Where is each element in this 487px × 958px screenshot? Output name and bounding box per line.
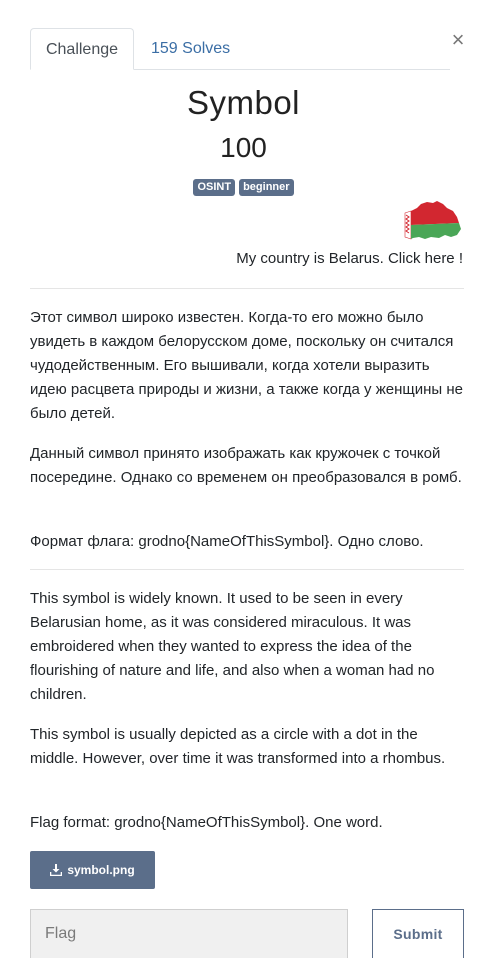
belarus-link[interactable]: My country is Belarus. Click here ! — [0, 250, 463, 267]
tag-beginner: beginner — [239, 179, 294, 196]
belarus-map-flag-icon[interactable] — [401, 199, 463, 243]
tab-challenge[interactable]: Challenge — [30, 28, 134, 70]
challenge-tags: OSINT beginner — [0, 179, 487, 196]
tag-osint: OSINT — [193, 179, 236, 196]
challenge-tabs: Challenge 159 Solves — [30, 28, 450, 70]
description-en-paragraph-1: This symbol is widely known. It used to … — [30, 590, 435, 703]
challenge-value: 100 — [220, 132, 267, 163]
challenge-name: Symbol — [186, 84, 301, 121]
description-en-paragraph-2: This symbol is usually depicted as a cir… — [30, 726, 446, 767]
download-file-button[interactable]: symbol.png — [30, 851, 155, 889]
description-en-flag-format: Flag format: grodno{NameOfThisSymbol}. O… — [30, 814, 383, 831]
download-file-label: symbol.png — [67, 863, 135, 877]
description-ru-flag-format: Формат флага: grodno{NameOfThisSymbol}. … — [30, 533, 424, 550]
tab-solves[interactable]: 159 Solves — [151, 28, 230, 70]
submit-button[interactable]: Submit — [372, 909, 464, 958]
description-ru-paragraph-1: Этот символ широко известен. Когда-то ег… — [30, 309, 463, 422]
challenge-modal: Challenge 159 Solves × Symbol 100 OSINT … — [0, 0, 487, 958]
divider — [30, 288, 464, 289]
flag-input[interactable] — [30, 909, 348, 958]
description-ru-paragraph-2: Данный символ принято изображать как кру… — [30, 445, 462, 486]
close-icon[interactable]: × — [448, 28, 468, 52]
download-icon — [50, 864, 63, 876]
divider — [30, 569, 464, 570]
